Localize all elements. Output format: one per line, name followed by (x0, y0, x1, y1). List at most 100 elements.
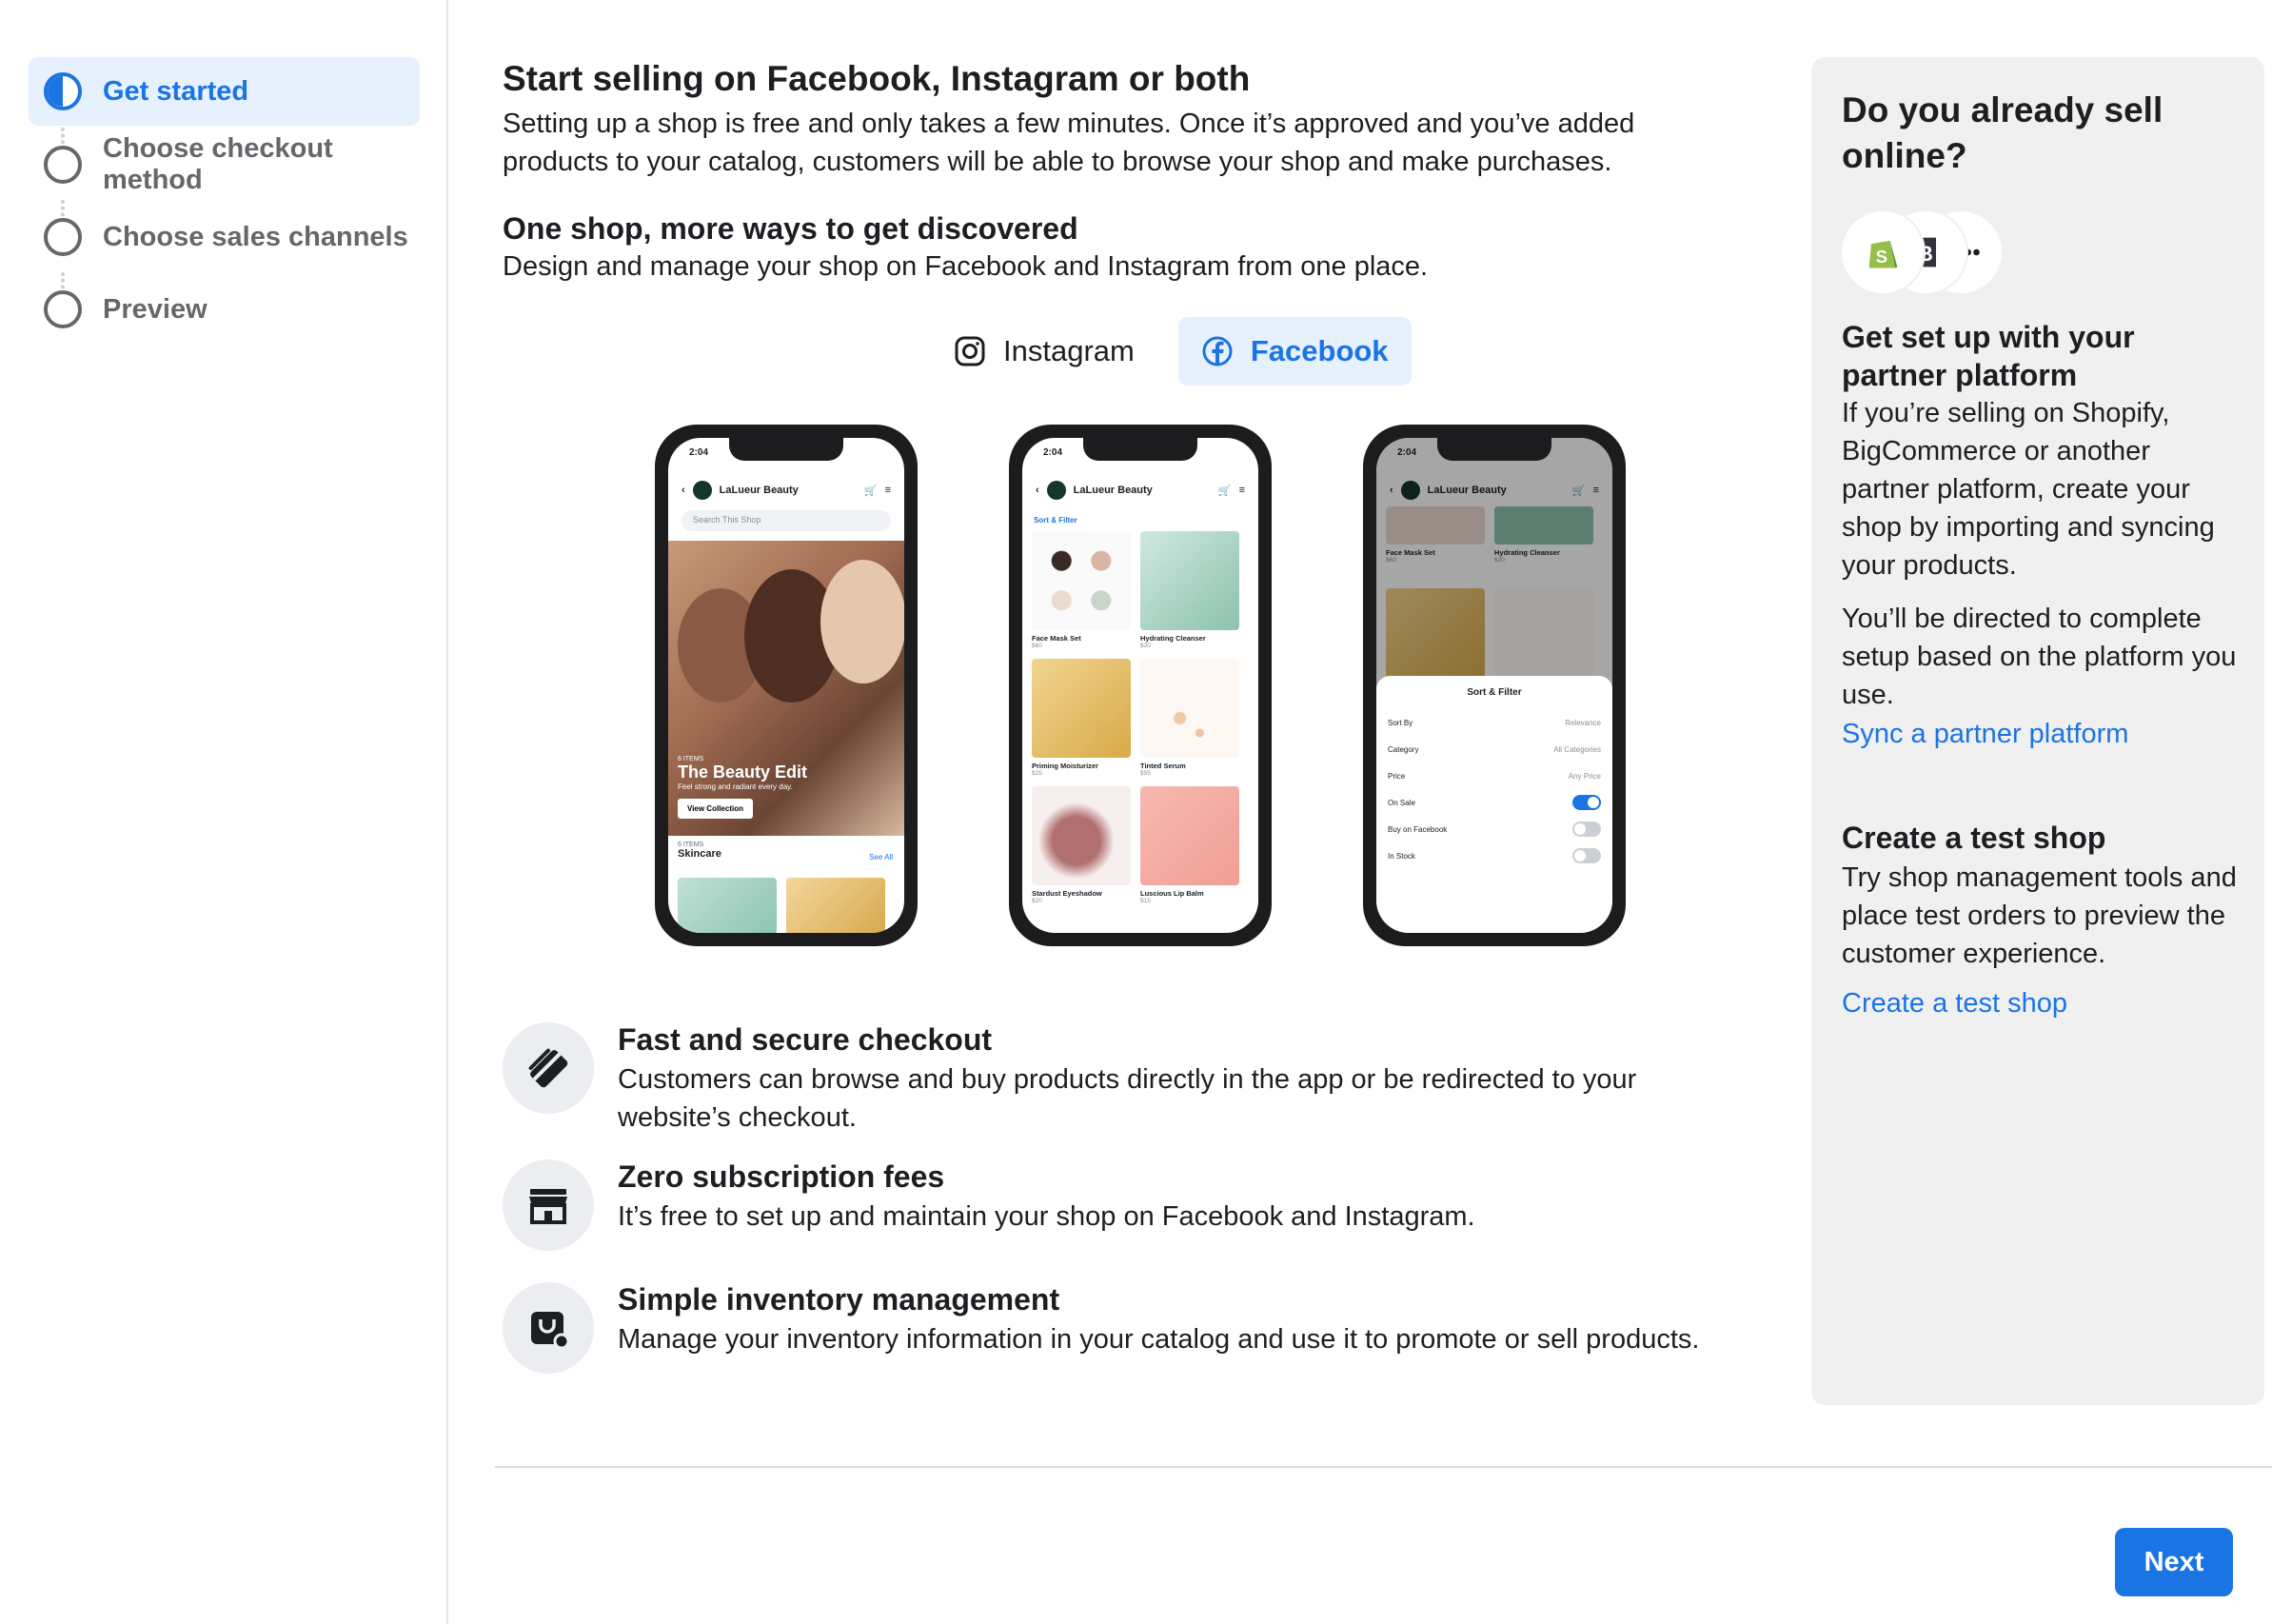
status-time: 2:04 (1043, 447, 1063, 458)
create-test-shop-link[interactable]: Create a test shop (1842, 988, 2067, 1020)
product-card: Hydrating Cleanser $20 (1140, 531, 1239, 649)
product-image (1140, 659, 1239, 758)
next-button[interactable]: Next (2115, 1528, 2233, 1596)
sheet-title: Sort & Filter (1467, 687, 1522, 698)
product-image (1032, 786, 1131, 885)
menu-icon: ≡ (1238, 485, 1245, 496)
shop-name: LaLueur Beauty (719, 485, 799, 496)
product-image (1032, 659, 1131, 758)
product-image (1032, 531, 1131, 630)
step-label: Choose sales channels (103, 221, 408, 252)
sort-filter-sheet: Sort & Filter Sort By Relevance Category… (1376, 676, 1612, 933)
sheet-row-label: Sort By (1388, 718, 1413, 727)
product-name: Tinted Serum (1140, 762, 1186, 770)
see-all-link: See All (869, 853, 893, 862)
sheet-toggle-row: Buy on Facebook (1388, 816, 1601, 842)
channel-tabs: Instagram Facebook (931, 317, 1412, 386)
shop-logo-icon (1046, 481, 1066, 500)
hero-kicker: 6 ITEMS (678, 756, 704, 762)
step-label: Preview (103, 293, 207, 325)
product-card: Stardust Eyeshadow $20 (1032, 786, 1131, 904)
sheet-row-label: Category (1388, 744, 1419, 754)
shop-header: ‹ LaLueur Beauty 🛒 ≡ (668, 476, 904, 505)
product-image (1140, 531, 1239, 630)
step-circle-icon (44, 290, 82, 328)
step-choose-checkout-method[interactable]: Choose checkout method (29, 130, 420, 199)
sheet-row-value: Any Price (1568, 771, 1601, 781)
cart-icon: 🛒 (863, 485, 878, 497)
product-card: Tinted Serum $55 (1140, 659, 1239, 777)
status-time: 2:04 (689, 447, 709, 458)
product-price: $60 (1032, 643, 1042, 649)
shop-search: Search This Shop (682, 510, 891, 531)
sheet-row: Category All Categories (1388, 736, 1601, 762)
facebook-icon (1202, 336, 1233, 366)
phone-notch (1437, 438, 1551, 461)
feature-icon-badge (503, 1282, 594, 1374)
shopify-logo-icon: S (1842, 211, 1924, 293)
footer-divider (495, 1466, 2272, 1468)
product-thumbnail (786, 878, 885, 933)
shopping-bag-icon (531, 1312, 570, 1350)
step-preview[interactable]: Preview (29, 275, 420, 344)
phone-screen: 2:04 ‹ LaLueur Beauty 🛒 ≡ Face Mask Set … (1376, 438, 1612, 933)
tab-label: Facebook (1250, 334, 1389, 367)
test-shop-heading: Create a test shop (1842, 821, 2106, 855)
shop-name: LaLueur Beauty (1073, 485, 1153, 496)
instagram-icon (955, 336, 985, 366)
product-card: Luscious Lip Balm $15 (1140, 786, 1239, 904)
phone-preview-shop-home: 2:04 ‹ LaLueur Beauty 🛒 ≡ Search This Sh… (655, 425, 918, 946)
product-name: Stardust Eyeshadow (1032, 889, 1102, 898)
product-image (1140, 786, 1239, 885)
shop-header: ‹ LaLueur Beauty 🛒 ≡ (1022, 476, 1258, 505)
sheet-row-value: Relevance (1565, 718, 1601, 727)
page-title: Start selling on Facebook, Instagram or … (503, 59, 1251, 98)
sheet-row-label: Buy on Facebook (1388, 824, 1448, 834)
phone-screen: 2:04 ‹ LaLueur Beauty 🛒 ≡ Sort & Filter … (1022, 438, 1258, 933)
step-get-started[interactable]: Get started (29, 57, 420, 126)
phone-preview-product-grid: 2:04 ‹ LaLueur Beauty 🛒 ≡ Sort & Filter … (1009, 425, 1272, 946)
step-circle-icon (44, 146, 82, 184)
sheet-row-value: All Categories (1553, 744, 1601, 754)
back-icon: ‹ (1036, 485, 1039, 496)
phone-preview-sort-filter: 2:04 ‹ LaLueur Beauty 🛒 ≡ Face Mask Set … (1363, 425, 1626, 946)
svg-text:S: S (1876, 247, 1887, 267)
intro-text: Setting up a shop is free and only takes… (503, 109, 1635, 177)
product-card: Face Mask Set $60 (1032, 531, 1131, 649)
view-collection-button: View Collection (678, 799, 753, 819)
feature-title: Simple inventory management (618, 1282, 1060, 1317)
section-description: Design and manage your shop on Facebook … (503, 251, 1429, 282)
step-choose-sales-channels[interactable]: Choose sales channels (29, 203, 420, 271)
tab-facebook[interactable]: Facebook (1177, 317, 1412, 386)
sheet-toggle-row: In Stock (1388, 842, 1601, 869)
test-shop-description: Try shop management tools and place test… (1842, 862, 2237, 969)
menu-icon: ≡ (884, 485, 891, 496)
sort-filter-link: Sort & Filter (1034, 516, 1077, 525)
model-face-image (820, 560, 904, 683)
partner-description: If you’re selling on Shopify, BigCommerc… (1842, 398, 2215, 581)
collection-heading: 6 ITEMS Skincare (678, 842, 721, 860)
sheet-row-label: In Stock (1388, 851, 1415, 861)
step-label: Choose checkout method (103, 133, 333, 195)
tab-instagram[interactable]: Instagram (931, 317, 1157, 386)
sheet-row-label: On Sale (1388, 798, 1415, 807)
toggle-switch (1572, 795, 1601, 810)
hero-caption: 6 ITEMS The Beauty Edit Feel strong and … (678, 756, 807, 819)
product-price: $25 (1032, 770, 1042, 777)
feature-icon-badge (503, 1159, 594, 1251)
cart-icon: 🛒 (1217, 485, 1232, 497)
sheet-row-label: Price (1388, 771, 1406, 781)
toggle-switch (1572, 848, 1601, 863)
credit-card-icon (528, 1048, 568, 1088)
phone-screen: 2:04 ‹ LaLueur Beauty 🛒 ≡ Search This Sh… (668, 438, 904, 933)
phone-notch (1083, 438, 1197, 461)
product-price: $20 (1032, 898, 1042, 904)
partner-note: You’ll be directed to complete setup bas… (1842, 604, 2237, 710)
back-icon: ‹ (682, 485, 685, 496)
sync-partner-link[interactable]: Sync a partner platform (1842, 719, 2128, 750)
feature-title: Fast and secure checkout (618, 1022, 993, 1057)
hero-image: 6 ITEMS The Beauty Edit Feel strong and … (668, 541, 904, 836)
sheet-toggle-row: On Sale (1388, 789, 1601, 816)
toggle-switch (1572, 822, 1601, 837)
phone-notch (729, 438, 843, 461)
